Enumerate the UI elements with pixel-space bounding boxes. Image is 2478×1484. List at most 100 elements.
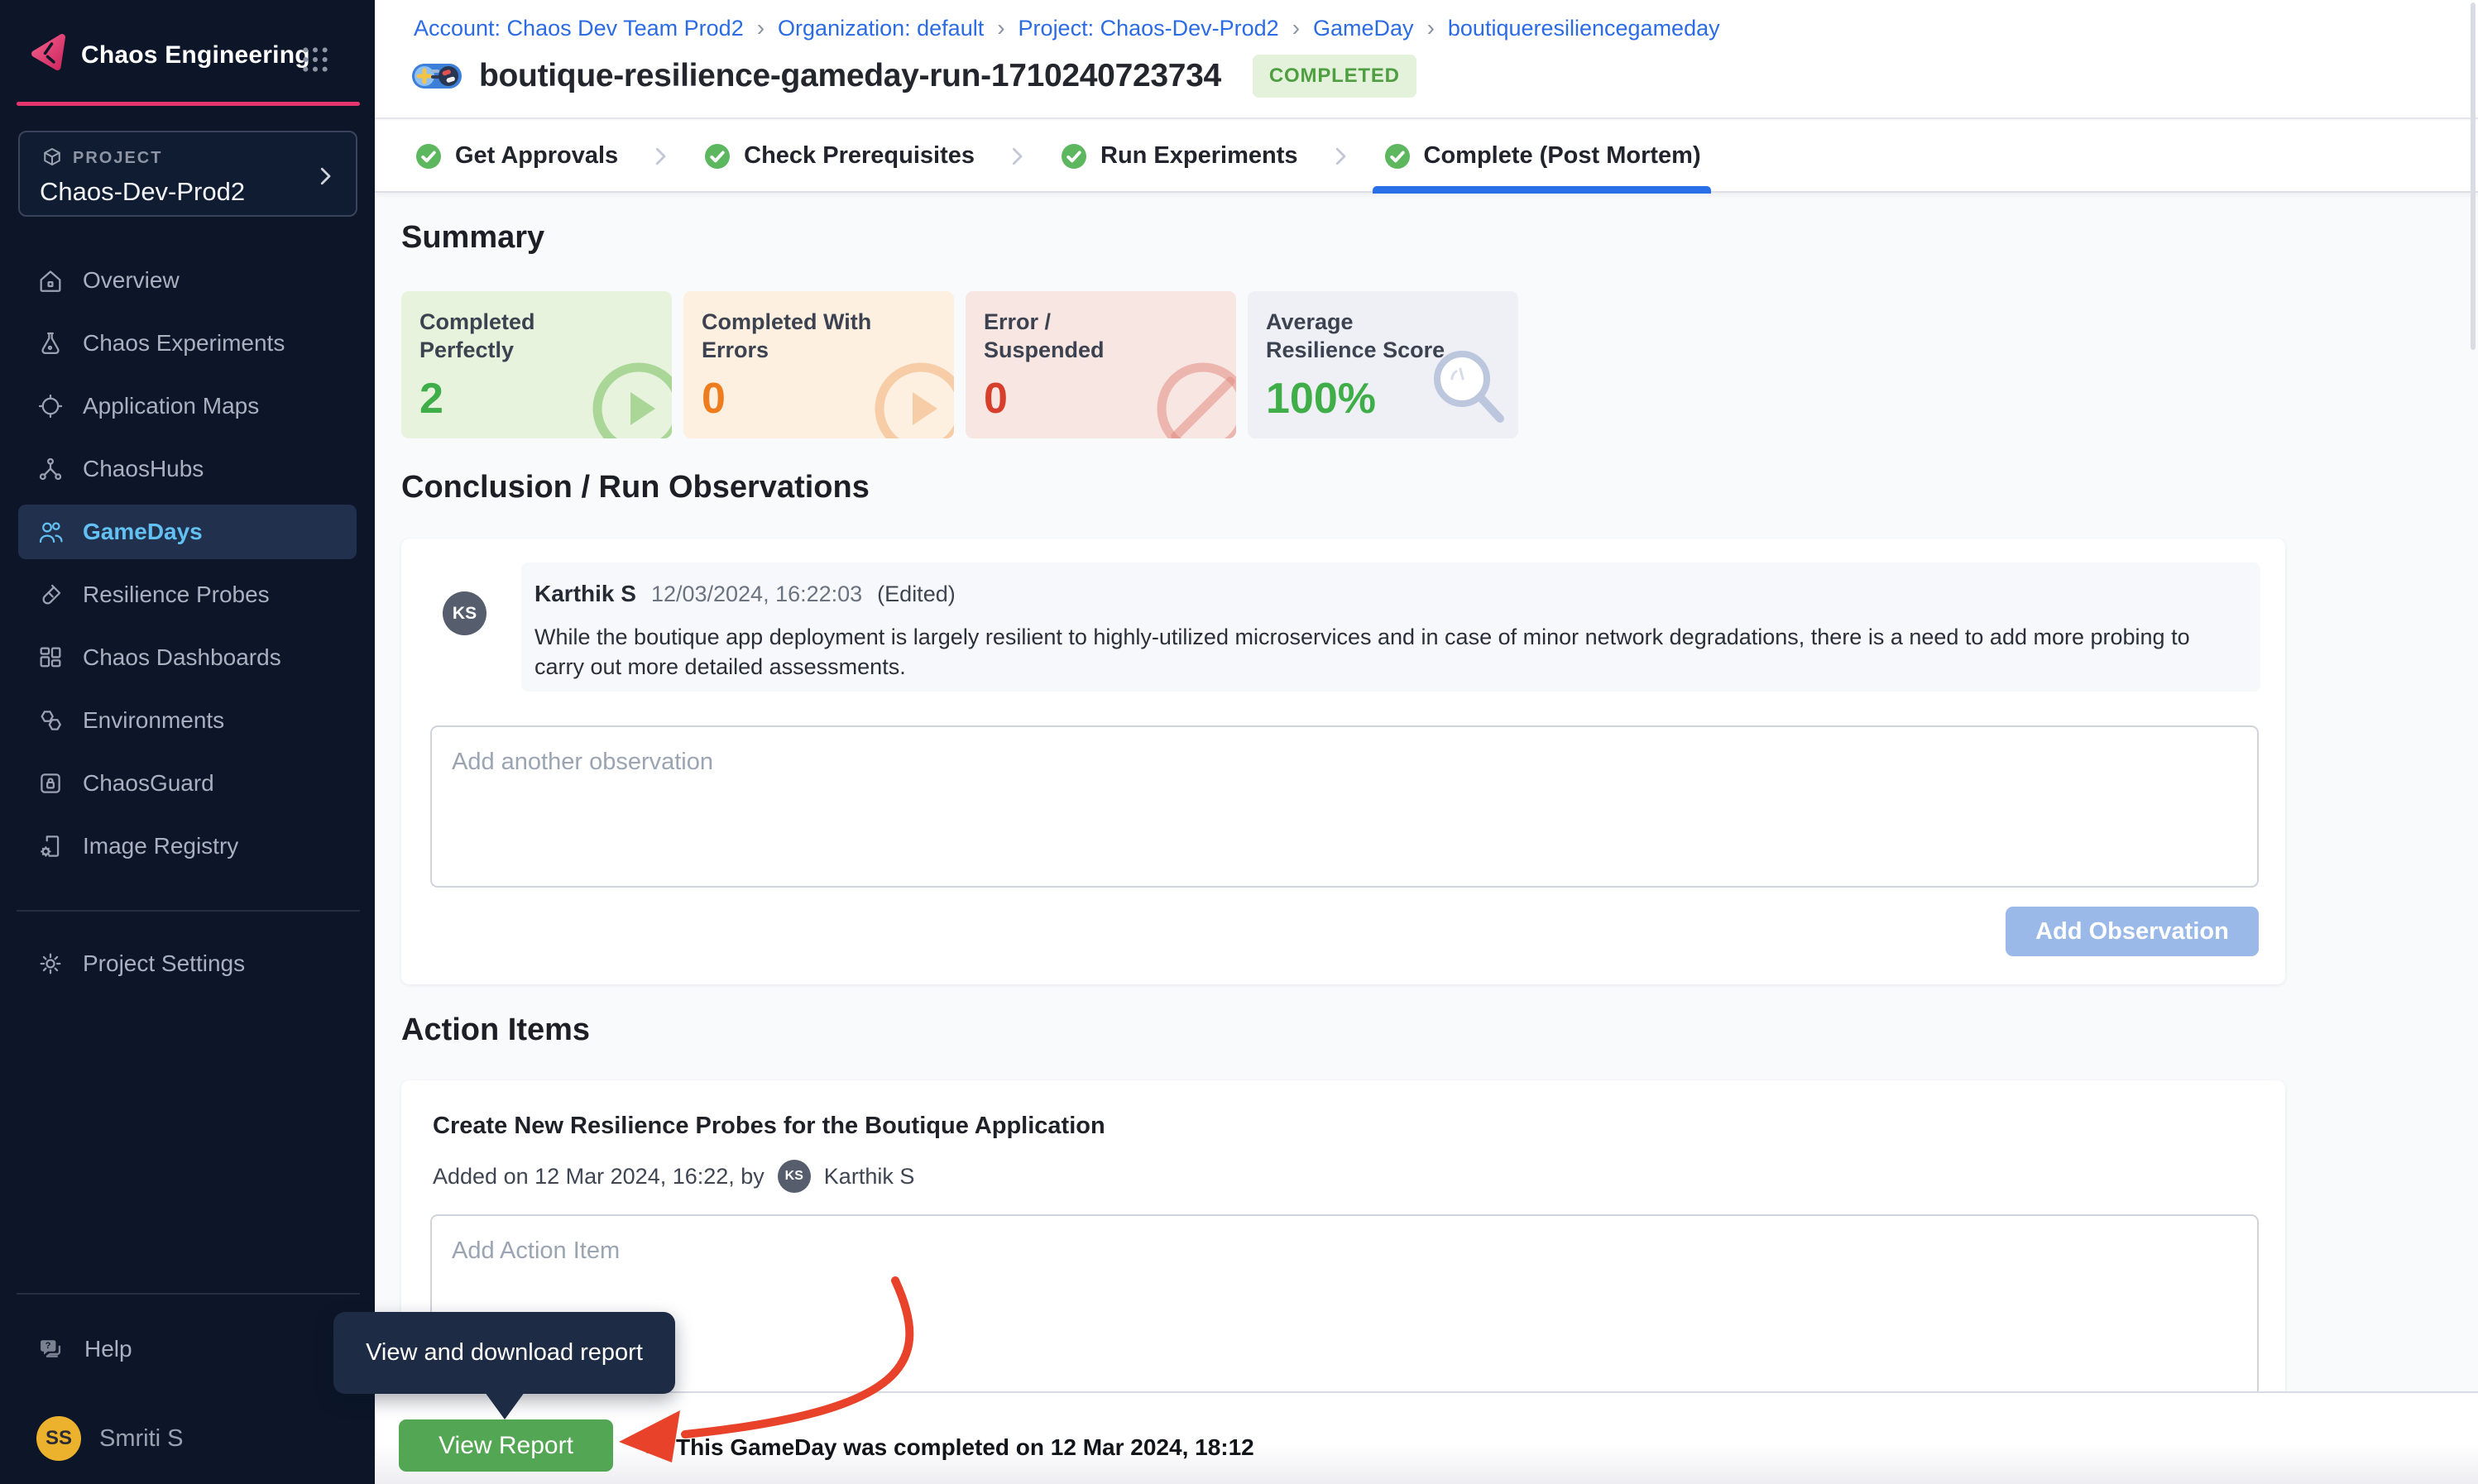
comment-edited-label: (Edited): [877, 582, 956, 607]
sidebar-item-project-settings[interactable]: Project Settings: [18, 936, 357, 991]
chevron-right-icon: [648, 144, 673, 169]
check-circle-icon: [1383, 141, 1412, 171]
breadcrumb-gameday[interactable]: GameDay: [1313, 16, 1414, 41]
page-title: boutique-resilience-gameday-run-17102407…: [479, 58, 1221, 94]
action-item-title: Create New Resilience Probes for the Bou…: [433, 1113, 1105, 1140]
sidebar-item-label: Resilience Probes: [83, 582, 270, 608]
sidebar-item-chaos-dashboards[interactable]: Chaos Dashboards: [18, 630, 357, 685]
sidebar-item-label: Overview: [83, 267, 180, 294]
play-circle-icon: [581, 351, 672, 438]
stepper-tabs: Get Approvals Check Prerequisites Run Ex…: [375, 121, 2478, 193]
page-header: Account: Chaos Dev Team Prod2 › Organiza…: [375, 0, 2478, 119]
app-title: Chaos Engineering: [81, 41, 310, 69]
play-circle-icon: [863, 351, 954, 438]
sidebar-item-label: Application Maps: [83, 393, 259, 419]
add-observation-button[interactable]: Add Observation: [2006, 907, 2259, 956]
project-label: PROJECT: [73, 149, 162, 168]
check-circle-icon: [702, 141, 732, 171]
breadcrumb-separator: ›: [1427, 15, 1435, 41]
sidebar-item-environments[interactable]: Environments: [18, 693, 357, 748]
user-name: Smriti S: [99, 1425, 184, 1453]
magnifier-icon: [1422, 342, 1513, 433]
card-value: 100%: [1266, 374, 1376, 424]
sidebar-item-label: Image Registry: [83, 833, 238, 859]
observation-input[interactable]: [430, 725, 2259, 888]
sidebar-item-label: Chaos Dashboards: [83, 644, 281, 671]
project-selector[interactable]: PROJECT Chaos-Dev-Prod2: [18, 131, 357, 217]
sidebar-accent-line: [17, 102, 360, 106]
summary-card-completed-perfectly: Completed Perfectly 2: [401, 291, 672, 438]
chevron-right-icon: [1004, 144, 1029, 169]
sidebar-item-overview[interactable]: Overview: [18, 253, 357, 308]
dashboard-icon: [36, 644, 65, 672]
check-circle-icon: [414, 141, 443, 171]
view-report-button[interactable]: View Report: [399, 1419, 613, 1472]
sidebar-item-help[interactable]: ? Help: [18, 1322, 357, 1376]
users-icon: [36, 518, 65, 546]
gear-icon: [36, 950, 65, 978]
comment-body: While the boutique app deployment is lar…: [534, 622, 2214, 682]
sidebar-item-label: Chaos Experiments: [83, 330, 285, 357]
sidebar-item-label: ChaosGuard: [83, 770, 214, 797]
comment-timestamp: 12/03/2024, 16:22:03: [651, 582, 862, 607]
tab-get-approvals[interactable]: Get Approvals: [414, 120, 618, 192]
sidebar-item-label: Help: [84, 1336, 132, 1362]
cube-icon: [40, 146, 65, 170]
view-report-tooltip: View and download report: [333, 1312, 675, 1394]
lock-icon: [36, 769, 65, 797]
breadcrumb-organization[interactable]: Organization: default: [778, 16, 984, 41]
summary-cards: Completed Perfectly 2 Completed With Err…: [401, 291, 1518, 438]
sidebar-item-chaoshubs[interactable]: ChaosHubs: [18, 442, 357, 496]
tab-complete-post-mortem[interactable]: Complete (Post Mortem): [1383, 120, 1701, 192]
breadcrumb: Account: Chaos Dev Team Prod2 › Organiza…: [414, 15, 1720, 41]
tab-run-experiments[interactable]: Run Experiments: [1059, 120, 1298, 192]
chaos-logo-icon: [28, 31, 69, 73]
action-item-added-text: Added on 12 Mar 2024, 16:22, by: [433, 1164, 764, 1190]
avatar: KS: [778, 1160, 811, 1193]
gamepad-icon: [411, 59, 463, 93]
sidebar-item-label: Environments: [83, 707, 224, 734]
observation-comment: Karthik S 12/03/2024, 16:22:03 (Edited) …: [521, 562, 2260, 692]
tab-label: Run Experiments: [1100, 142, 1298, 170]
chevron-right-icon: [313, 164, 338, 189]
main-content: Summary Completed Perfectly 2 Completed …: [375, 193, 2478, 1484]
tab-label: Complete (Post Mortem): [1424, 142, 1701, 170]
comment-author: Karthik S: [534, 581, 636, 607]
chaos-engineering-app: Chaos Engineering PROJECT Chaos-Dev-Prod…: [0, 0, 2478, 1484]
breadcrumb-account[interactable]: Account: Chaos Dev Team Prod2: [414, 16, 744, 41]
tab-check-prerequisites[interactable]: Check Prerequisites: [702, 120, 975, 192]
sidebar-item-chaosguard[interactable]: ChaosGuard: [18, 756, 357, 811]
registry-icon: [36, 832, 65, 860]
summary-heading: Summary: [401, 220, 544, 256]
breadcrumb-project[interactable]: Project: Chaos-Dev-Prod2: [1019, 16, 1279, 41]
avatar: SS: [36, 1416, 81, 1461]
ban-circle-icon: [1145, 351, 1236, 438]
card-value: 2: [419, 374, 443, 424]
tooltip-caret: [485, 1392, 525, 1419]
app-switcher-grid-icon[interactable]: [299, 43, 332, 76]
scrollbar[interactable]: [2471, 2, 2476, 350]
flask-icon: [36, 329, 65, 357]
breadcrumb-separator: ›: [757, 15, 764, 41]
breadcrumb-gameday-name[interactable]: boutiqueresiliencegameday: [1448, 16, 1720, 41]
hexagons-icon: [36, 706, 65, 735]
user-menu[interactable]: SS Smriti S: [36, 1416, 184, 1461]
tab-label: Check Prerequisites: [744, 142, 975, 170]
card-value: 0: [702, 374, 726, 424]
sidebar-nav: Overview Chaos Experiments Application M…: [0, 245, 375, 882]
network-icon: [36, 455, 65, 483]
sidebar-item-chaos-experiments[interactable]: Chaos Experiments: [18, 316, 357, 371]
sidebar-item-application-maps[interactable]: Application Maps: [18, 379, 357, 433]
target-icon: [36, 392, 65, 420]
tab-label: Get Approvals: [455, 142, 618, 170]
completion-text: This GameDay was completed on 12 Mar 202…: [676, 1434, 1254, 1461]
chevron-right-icon: [1328, 144, 1353, 169]
observations-heading: Conclusion / Run Observations: [401, 470, 870, 505]
sidebar-divider: [17, 1293, 360, 1295]
action-item-meta: Added on 12 Mar 2024, 16:22, by KS Karth…: [433, 1160, 914, 1193]
sidebar-item-gamedays[interactable]: GameDays: [18, 505, 357, 559]
sidebar-item-image-registry[interactable]: Image Registry: [18, 819, 357, 874]
breadcrumb-separator: ›: [1292, 15, 1300, 41]
sidebar-item-resilience-probes[interactable]: Resilience Probes: [18, 567, 357, 622]
check-icon: ✓: [641, 1433, 663, 1462]
